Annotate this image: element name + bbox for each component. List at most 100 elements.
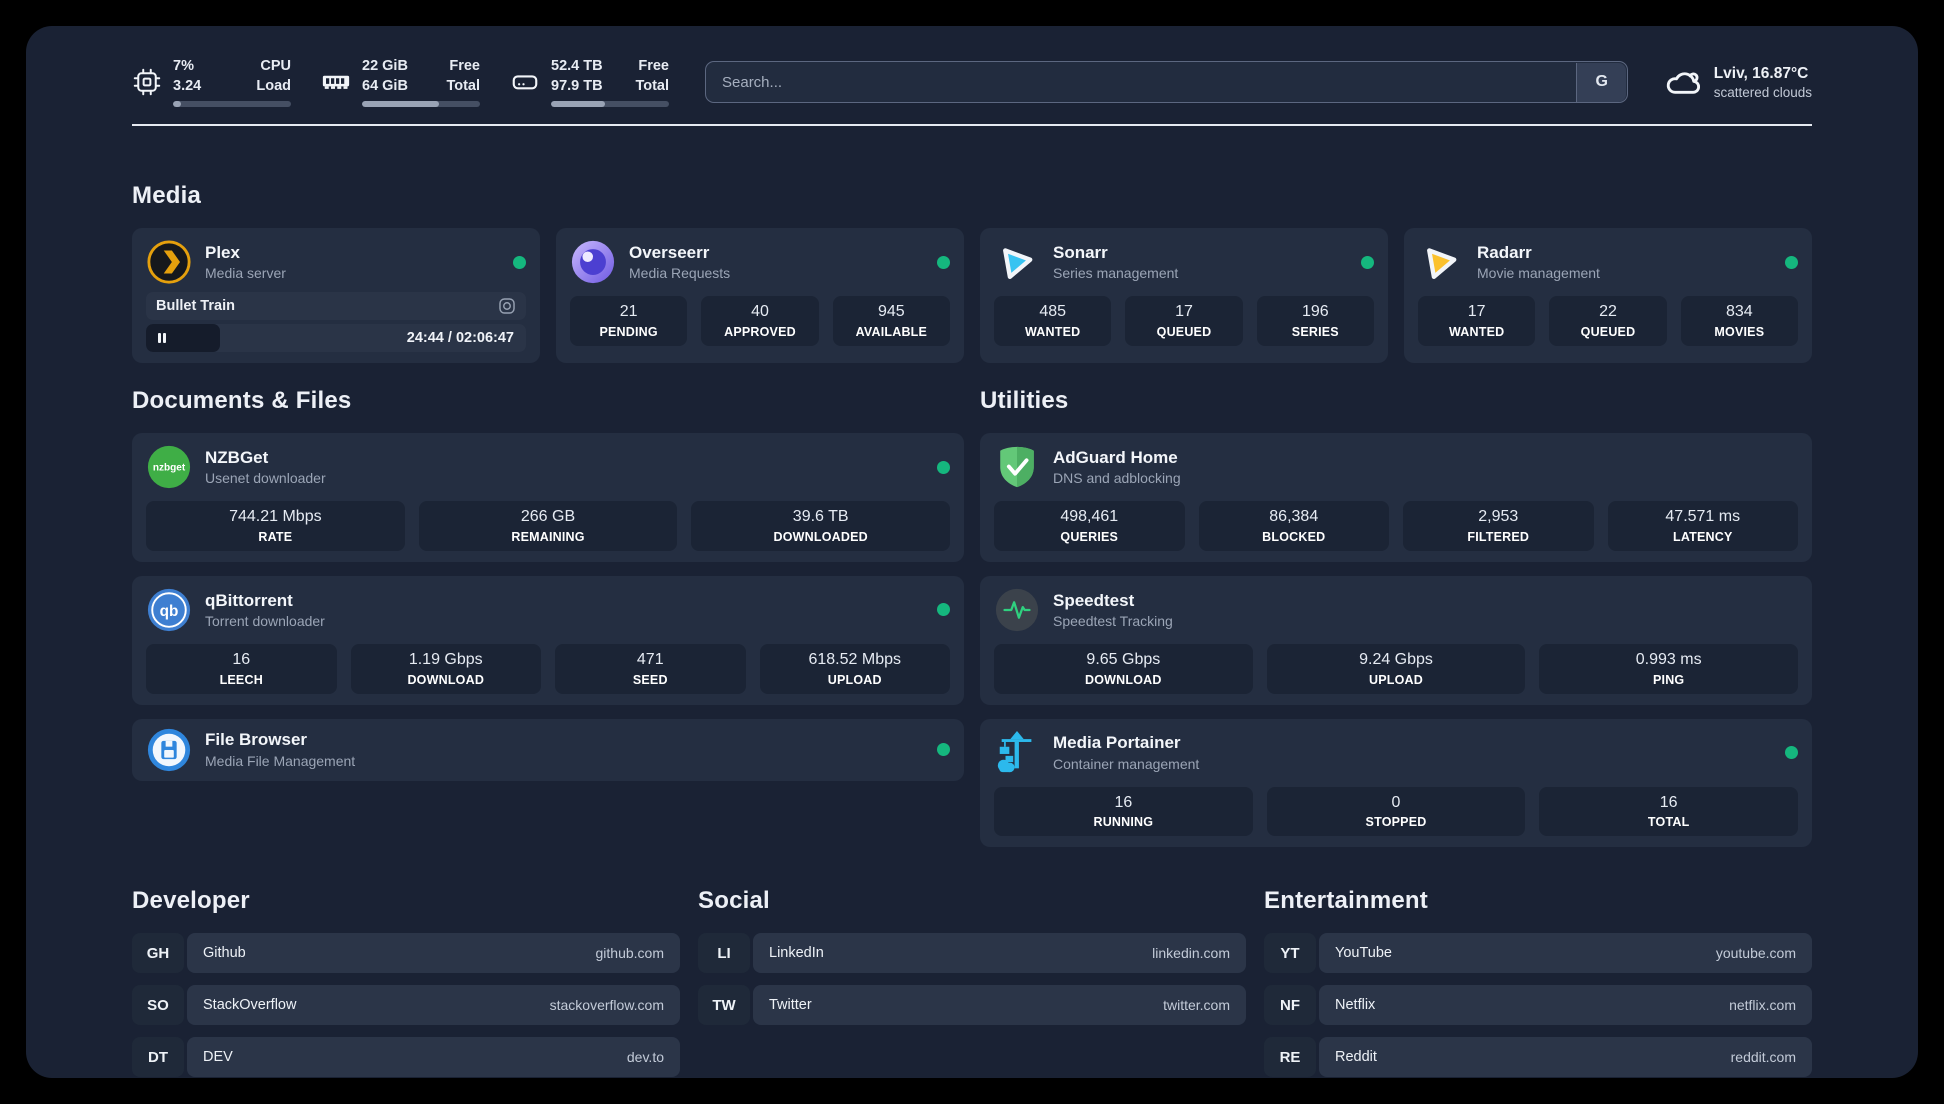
status-dot: [937, 255, 950, 269]
app-name: qBittorrent: [205, 590, 293, 610]
section-title-documents: Documents & Files: [132, 387, 352, 414]
stat-tile: 16 RUNNING: [994, 786, 1253, 837]
video-icon: [498, 297, 516, 315]
link-name: Twitter: [769, 997, 812, 1014]
cpu-load-value: 3.24: [173, 77, 202, 94]
adguard-icon: [994, 444, 1040, 490]
app-name: Media Portainer: [1053, 733, 1181, 753]
status-dot: [513, 255, 526, 269]
section-title-social: Social: [698, 887, 770, 915]
link-url: youtube.com: [1715, 945, 1796, 962]
section-utilities: Utilities AdGuard Home DNS and adblockin…: [980, 387, 1812, 848]
app-card-speedtest[interactable]: Speedtest Speedtest Tracking 9.65 Gbps D…: [980, 575, 1812, 705]
app-subtitle: Media File Management: [205, 752, 356, 769]
stat-tile: 39.6 TB DOWNLOADED: [691, 501, 951, 551]
app-card-radarr[interactable]: Radarr Movie management 17 WANTED 22 QUE…: [1404, 228, 1812, 363]
status-dot: [937, 743, 950, 757]
disk-progress-fill: [551, 101, 606, 108]
system-stat-cpu: 7% 3.24 CPU Load: [132, 57, 291, 108]
cloud-icon: [1664, 63, 1702, 101]
disk-free-value: 52.4 TB: [551, 57, 603, 74]
cpu-icon: [132, 67, 162, 97]
app-card-overseerr[interactable]: Overseerr Media Requests 21 PENDING 40 A…: [556, 228, 964, 363]
linkedin-abbr-icon: LI: [698, 933, 750, 974]
weather-condition: scattered clouds: [1713, 84, 1812, 100]
app-subtitle: Usenet downloader: [205, 470, 326, 487]
reddit-abbr-icon: RE: [1264, 1037, 1316, 1078]
app-card-nzbget[interactable]: nzbget NZBGet Usenet downloader 744.21 M…: [132, 433, 964, 562]
radarr-icon: [1418, 239, 1464, 285]
cpu-progress-fill: [173, 101, 182, 108]
plex-icon: [146, 239, 192, 285]
memory-free-label: Free: [449, 57, 480, 74]
app-name: Radarr: [1477, 242, 1532, 262]
playback-progress-fill: [146, 324, 221, 352]
stat-tile: 40 APPROVED: [701, 296, 819, 346]
youtube-abbr-icon: YT: [1264, 933, 1316, 974]
app-subtitle: Torrent downloader: [205, 612, 325, 629]
link-row-stackoverflow[interactable]: SO StackOverflow stackoverflow.com: [132, 985, 680, 1026]
stat-tile: 16 LEECH: [146, 643, 337, 694]
app-card-portainer[interactable]: Media Portainer Container management 16 …: [980, 718, 1812, 848]
app-name: Sonarr: [1053, 242, 1108, 262]
section-title-developer: Developer: [132, 887, 250, 915]
memory-progress-track: [362, 101, 480, 108]
status-dot: [1785, 255, 1798, 269]
stat-tile: 16 TOTAL: [1539, 786, 1799, 837]
search-input[interactable]: [705, 61, 1628, 103]
app-card-plex[interactable]: Plex Media server Bullet Train 24:44 / 0…: [132, 228, 540, 363]
app-name: AdGuard Home: [1053, 447, 1178, 467]
link-name: Netflix: [1335, 997, 1376, 1014]
app-subtitle: Speedtest Tracking: [1053, 612, 1173, 629]
search-engine-button[interactable]: G: [1576, 62, 1627, 102]
app-card-sonarr[interactable]: Sonarr Series management 485 WANTED 17 Q…: [980, 228, 1388, 363]
memory-progress-fill: [362, 101, 439, 108]
app-subtitle: Container management: [1053, 755, 1200, 772]
stat-tile: 945 AVAILABLE: [832, 296, 950, 346]
header-divider: [132, 124, 1812, 126]
app-card-filebrowser[interactable]: File Browser Media File Management: [132, 718, 964, 781]
section-developer: Developer GH Github github.com SO StackO…: [132, 887, 680, 1078]
link-name: StackOverflow: [203, 997, 297, 1014]
link-url: linkedin.com: [1152, 945, 1230, 962]
link-row-reddit[interactable]: RE Reddit reddit.com: [1264, 1037, 1812, 1078]
app-subtitle: Media server: [205, 265, 286, 282]
disk-icon: [510, 67, 540, 97]
link-row-netflix[interactable]: NF Netflix netflix.com: [1264, 985, 1812, 1026]
app-subtitle: Movie management: [1477, 265, 1600, 282]
search-bar: G: [705, 61, 1628, 103]
link-row-github[interactable]: GH Github github.com: [132, 933, 680, 974]
disk-free-label: Free: [638, 57, 669, 74]
stat-tile: 86,384 BLOCKED: [1198, 501, 1389, 551]
now-playing-title: Bullet Train: [156, 298, 235, 314]
status-dot: [937, 603, 950, 617]
cpu-progress-track: [173, 101, 291, 108]
link-row-dev[interactable]: DT DEV dev.to: [132, 1037, 680, 1078]
link-url: twitter.com: [1163, 997, 1230, 1014]
section-media: Media Plex Media server Bullet Train 24:…: [132, 182, 1812, 363]
app-name: File Browser: [205, 730, 308, 750]
app-name: NZBGet: [205, 447, 269, 467]
cpu-usage-label: CPU: [260, 57, 291, 74]
section-title-entertainment: Entertainment: [1264, 887, 1428, 915]
link-row-twitter[interactable]: TW Twitter twitter.com: [698, 985, 1246, 1026]
app-card-adguard[interactable]: AdGuard Home DNS and adblocking 498,461 …: [980, 433, 1812, 562]
link-row-linkedin[interactable]: LI LinkedIn linkedin.com: [698, 933, 1246, 974]
app-card-qbittorrent[interactable]: qb qBittorrent Torrent downloader 16 LEE…: [132, 575, 964, 705]
stat-tile: 2,953 FILTERED: [1403, 501, 1594, 551]
app-subtitle: Media Requests: [629, 265, 731, 282]
portainer-icon: [994, 730, 1040, 776]
svg-text:nzbget: nzbget: [153, 462, 186, 473]
playback-time: 24:44 / 02:06:47: [406, 330, 514, 346]
stat-tile: 266 GB REMAINING: [418, 501, 678, 551]
stat-tile: 485 WANTED: [994, 296, 1112, 346]
section-title-media: Media: [132, 182, 202, 209]
stat-tile: 618.52 Mbps UPLOAD: [759, 643, 950, 694]
status-dot: [937, 460, 950, 474]
link-row-youtube[interactable]: YT YouTube youtube.com: [1264, 933, 1812, 974]
memory-free-value: 22 GiB: [362, 57, 408, 74]
section-title-utilities: Utilities: [980, 387, 1069, 414]
sonarr-icon: [994, 239, 1040, 285]
plex-now-playing: Bullet Train 24:44 / 02:06:47: [146, 292, 526, 352]
stat-tile: 9.24 Gbps UPLOAD: [1266, 643, 1526, 694]
